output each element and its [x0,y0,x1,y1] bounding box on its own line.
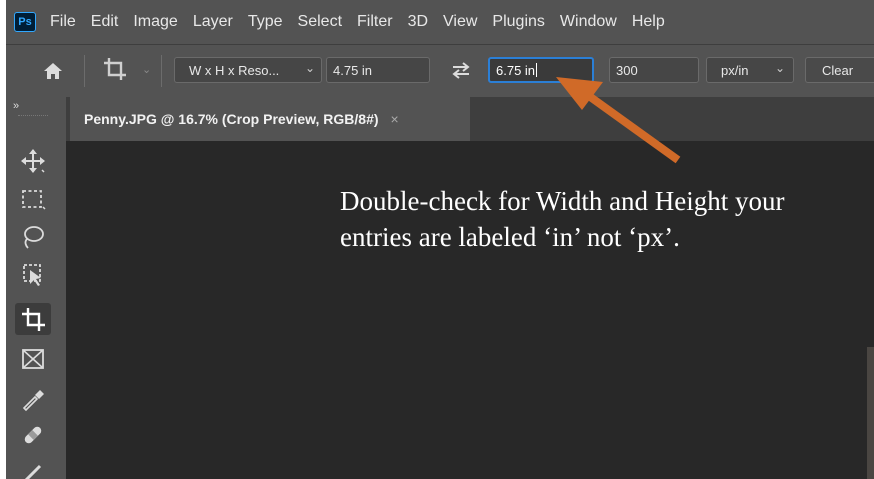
crop-tool-active-icon[interactable] [15,303,51,335]
resolution-field[interactable]: 300 [609,57,699,83]
menu-filter[interactable]: Filter [357,13,393,31]
menu-edit[interactable]: Edit [91,13,119,31]
resolution-value: 300 [616,62,638,78]
chevron-down-icon: ⌄ [774,61,785,75]
healing-brush-tool-icon[interactable] [15,419,51,451]
eyedropper-tool-icon[interactable] [15,383,51,415]
menu-layer[interactable]: Layer [193,13,233,31]
lasso-tool-icon[interactable] [15,221,51,253]
object-select-tool-icon[interactable] [15,259,51,291]
swap-icon[interactable] [450,59,472,81]
brush-tool-icon[interactable] [15,455,51,479]
text-cursor [536,63,538,77]
instruction-annotation: Double-check for Width and Height your e… [340,183,874,255]
collapse-panel-icon[interactable]: » [13,100,19,112]
document-tab[interactable]: Penny.JPG @ 16.7% (Crop Preview, RGB/8#)… [70,97,470,141]
menu-plugins[interactable]: Plugins [492,13,544,31]
menu-type[interactable]: Type [248,13,283,31]
chevron-down-icon: ⌄ [304,61,315,75]
width-value: 4.75 in [333,62,373,78]
panel-grip[interactable] [18,115,48,118]
close-icon[interactable]: × [391,111,399,127]
options-bar: ⌄ W x H x Reso... ⌄ 4.75 in 6.75 in 300 … [6,44,874,97]
menu-window[interactable]: Window [560,13,617,31]
annotation-line-1: Double-check for Width and Height your [340,186,785,216]
menu-image[interactable]: Image [133,13,177,31]
crop-preset-select[interactable]: W x H x Reso... ⌄ [174,57,322,83]
crop-preset-value: W x H x Reso... [189,62,280,78]
chevron-down-icon[interactable]: ⌄ [142,63,151,76]
move-tool-icon[interactable] [15,145,51,177]
options-divider [84,55,85,87]
resolution-unit-value: px/in [721,62,749,78]
photoshop-window: Ps File Edit Image Layer Type Select Fil… [6,0,874,479]
width-field[interactable]: 4.75 in [326,57,430,83]
crop-tool-icon[interactable] [102,56,128,82]
image-edge [867,347,874,479]
annotation-line-2: entries are labeled ‘in’ not ‘px’. [340,222,680,252]
height-value: 6.75 in [496,62,536,78]
menu-bar: Ps File Edit Image Layer Type Select Fil… [6,0,874,44]
menu-select[interactable]: Select [298,13,342,31]
menu-view[interactable]: View [443,13,477,31]
menu-3d[interactable]: 3D [408,13,428,31]
frame-tool-icon[interactable] [15,343,51,375]
marquee-tool-icon[interactable] [15,183,51,215]
menu-file[interactable]: File [50,13,76,31]
clear-button[interactable]: Clear [805,57,874,83]
document-tab-title: Penny.JPG @ 16.7% (Crop Preview, RGB/8#) [84,111,379,127]
height-field[interactable]: 6.75 in [488,57,594,83]
home-icon[interactable] [42,61,64,81]
resolution-unit-select[interactable]: px/in ⌄ [706,57,794,83]
document-canvas[interactable]: Double-check for Width and Height your e… [66,141,874,479]
menu-help[interactable]: Help [632,13,665,31]
options-divider [161,55,162,87]
document-tab-strip: Penny.JPG @ 16.7% (Crop Preview, RGB/8#)… [66,97,874,141]
toolbox-panel: » [6,97,66,479]
photoshop-logo: Ps [14,12,36,32]
